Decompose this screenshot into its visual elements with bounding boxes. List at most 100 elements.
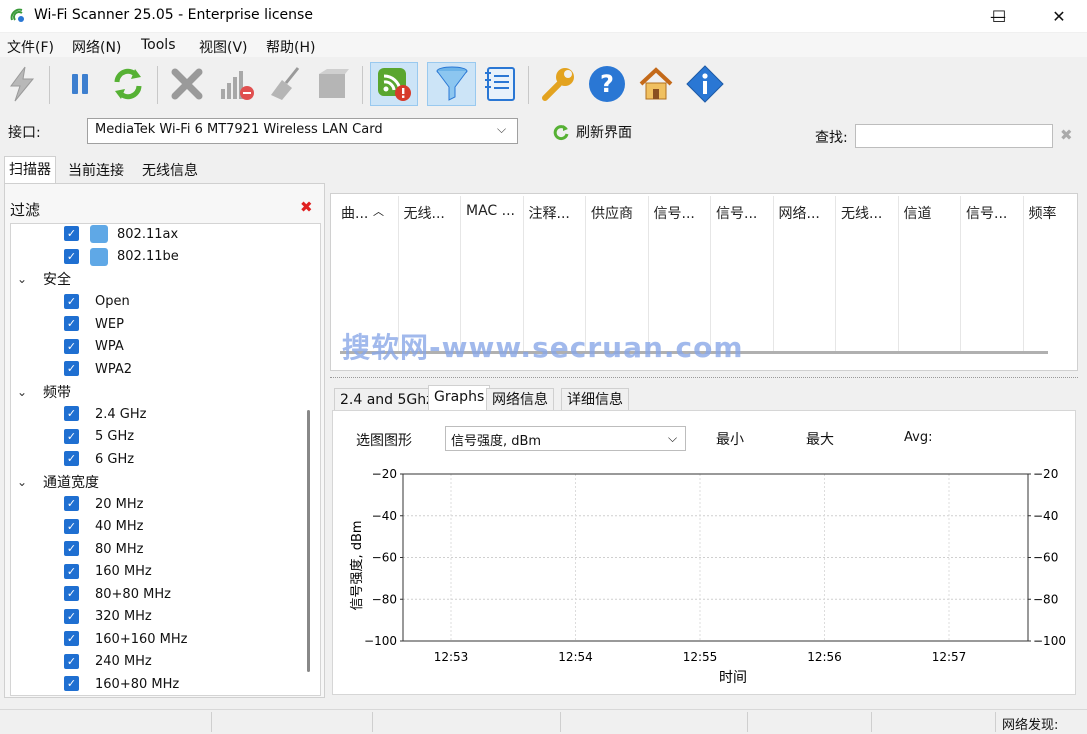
toolbar-divider	[362, 66, 363, 104]
filter-checkbox[interactable]: ✓	[64, 676, 79, 691]
wifi7-icon	[90, 247, 108, 266]
filter-checkbox[interactable]: ✓	[64, 226, 79, 241]
filter-item-label: 160+160 MHz	[95, 631, 188, 647]
home-button[interactable]	[636, 62, 676, 106]
grid-column-header[interactable]: 无线...	[404, 203, 445, 223]
grid-column-header[interactable]: 供应商	[591, 203, 633, 223]
y-tick-label-right: −100	[1033, 634, 1066, 648]
grid-column-header[interactable]: 网络...	[779, 203, 820, 223]
notebook-icon	[485, 67, 515, 101]
filter-item-label: 40 MHz	[95, 519, 144, 534]
y-tick-label-right: −80	[1033, 592, 1058, 606]
menu-view[interactable]: 视图(V)	[199, 37, 248, 57]
status-divider	[871, 712, 872, 732]
filter-checkbox[interactable]: ✓	[64, 361, 79, 376]
clear-filter-icon[interactable]: ✖	[300, 198, 313, 216]
tab-scanner[interactable]: 扫描器	[4, 156, 56, 184]
splitter[interactable]	[330, 377, 1078, 378]
filter-checkbox[interactable]: ✓	[64, 428, 79, 444]
grid-column-header[interactable]: 频率	[1029, 203, 1057, 223]
signal-stop-button[interactable]	[217, 62, 257, 106]
tab-24-5ghz[interactable]: 2.4 and 5Ghz	[334, 388, 440, 410]
find-input[interactable]	[855, 124, 1053, 148]
refresh-interface-button[interactable]: 刷新界面	[552, 121, 632, 143]
filter-checkbox[interactable]: ✓	[64, 248, 79, 264]
tab-graphs[interactable]: Graphs	[428, 385, 491, 411]
filter-checkbox[interactable]: ✓	[64, 496, 79, 511]
filter-checkbox[interactable]: ✓	[64, 608, 79, 624]
menu-network[interactable]: 网络(N)	[72, 37, 121, 57]
filter-group-label[interactable]: 通道宽度	[43, 472, 99, 492]
filter-checkbox[interactable]: ✓	[64, 338, 79, 354]
status-bar	[0, 709, 1087, 734]
check-icon: ✓	[66, 632, 77, 645]
delete-button[interactable]	[167, 62, 207, 106]
clear-search-icon[interactable]: ✖	[1060, 126, 1073, 144]
filter-checkbox[interactable]: ✓	[64, 451, 79, 466]
filter-checkbox[interactable]: ✓	[64, 563, 79, 579]
grid-column-header[interactable]: 信号...	[716, 203, 757, 223]
menu-tools[interactable]: Tools	[141, 37, 176, 53]
pause-button[interactable]	[60, 62, 100, 106]
filter-checkbox[interactable]: ✓	[64, 586, 79, 601]
filter-group-label[interactable]: 安全	[43, 269, 71, 289]
grid-column-header[interactable]: 无线...	[841, 203, 882, 223]
y-tick-label: −20	[372, 467, 397, 481]
filter-checkbox[interactable]: ✓	[64, 631, 79, 646]
grid-column-header[interactable]: 注释...	[529, 203, 570, 223]
tab-wireless-info[interactable]: 无线信息	[138, 160, 202, 182]
help-button[interactable]: ?	[587, 62, 627, 106]
filter-checkbox[interactable]: ✓	[64, 518, 79, 534]
x-tick-label: 12:55	[683, 650, 718, 664]
save-button[interactable]	[313, 62, 353, 106]
signal-chart: −20 −20 −40 −40 −60 −60 −80 −80 −100 −100 12:53 12:…	[333, 456, 1073, 692]
grid-column-header[interactable]: 曲...	[341, 203, 368, 223]
tab-current-connection[interactable]: 当前连接	[64, 160, 128, 182]
menu-file[interactable]: 文件(F)	[7, 37, 54, 57]
avg-label: Avg:	[904, 430, 933, 445]
tab-details[interactable]: 详细信息	[561, 388, 629, 410]
grid-column-divider	[835, 196, 836, 354]
filter-item-label: 80 MHz	[95, 541, 144, 557]
filter-checkbox[interactable]: ✓	[64, 293, 79, 309]
filter-checkbox[interactable]: ✓	[64, 406, 79, 421]
wifi-alert-button[interactable]	[370, 62, 418, 106]
close-button[interactable]: ✕	[1036, 0, 1082, 32]
grid-column-header[interactable]: 信号...	[966, 203, 1007, 223]
menu-help[interactable]: 帮助(H)	[266, 37, 315, 57]
chevron-down-icon[interactable]: ⌄	[17, 475, 27, 489]
lightning-icon	[10, 66, 35, 102]
info-button[interactable]	[685, 62, 725, 106]
filter-group-label[interactable]: 频带	[43, 382, 71, 402]
start-scan-button[interactable]	[2, 62, 42, 106]
maximize-button[interactable]: ☐	[976, 0, 1022, 32]
filter-item-label: 80+80 MHz	[95, 586, 171, 602]
tab-network-info[interactable]: 网络信息	[486, 388, 554, 410]
filter-icon	[436, 66, 467, 101]
filter-checkbox[interactable]: ✓	[64, 316, 79, 331]
log-button[interactable]	[480, 62, 520, 106]
clear-button[interactable]	[266, 62, 306, 106]
chevron-down-icon[interactable]: ⌄	[17, 385, 27, 399]
status-divider	[211, 712, 212, 732]
broom-icon	[271, 67, 300, 100]
window-title: Wi-Fi Scanner 25.05 - Enterprise license	[34, 7, 313, 23]
refresh-button[interactable]	[108, 62, 148, 106]
filter-item-label: 160 MHz	[95, 564, 152, 579]
grid-column-divider	[772, 196, 774, 354]
filter-item-label: 5 GHz	[95, 429, 135, 444]
x-tick-label: 12:54	[558, 650, 593, 664]
grid-column-header[interactable]: MAC ...	[466, 203, 515, 219]
status-divider	[995, 712, 996, 732]
chevron-down-icon[interactable]: ⌄	[17, 272, 27, 286]
filter-item-label: 20 MHz	[95, 496, 144, 512]
filter-checkbox[interactable]: ✓	[64, 541, 79, 556]
grid-column-divider	[897, 196, 899, 354]
filter-button[interactable]	[427, 62, 476, 106]
filter-checkbox[interactable]: ✓	[64, 653, 79, 669]
grid-column-header[interactable]: 信道	[904, 203, 932, 223]
check-icon: ✓	[66, 407, 77, 420]
filter-scrollbar[interactable]	[307, 410, 310, 672]
grid-column-header[interactable]: 信号...	[654, 203, 695, 223]
settings-button[interactable]	[538, 62, 578, 106]
